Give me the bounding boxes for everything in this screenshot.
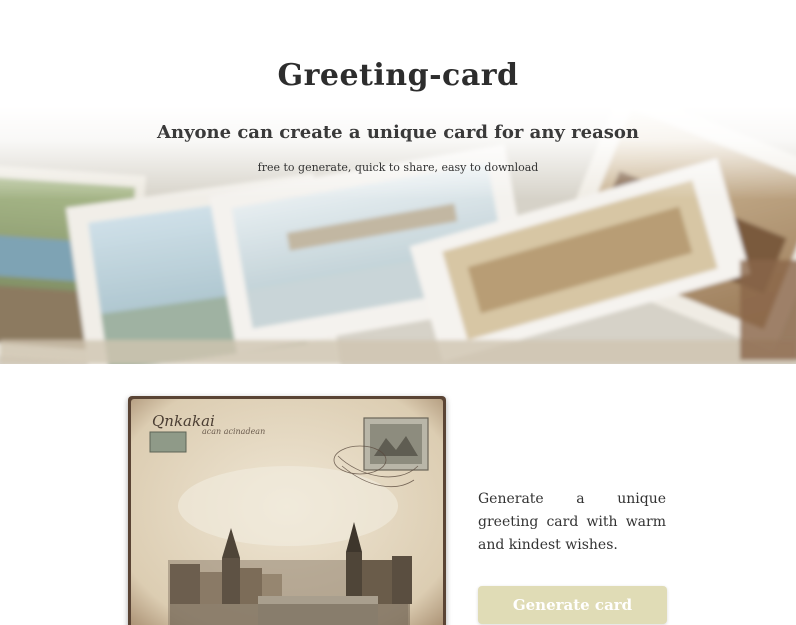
page-subtitle: Anyone can create a unique card for any … [157, 122, 639, 143]
handwriting-subtitle: acan acinadean [202, 427, 265, 436]
page-tagline: free to generate, quick to share, easy t… [257, 161, 539, 174]
generator-description: Generate a unique greeting card with war… [478, 491, 666, 553]
page-title: Greeting-card [277, 58, 519, 93]
vintage-postcard-illustration: Qnkakai acan acinadean [128, 396, 446, 625]
generate-card-button[interactable]: Generate card [478, 586, 667, 624]
hero-banner: Greeting-card Anyone can create a unique… [0, 0, 796, 364]
card-preview-image: Qnkakai acan acinadean [128, 396, 446, 625]
postage-stamp-icon [363, 417, 429, 471]
page: Greeting-card Anyone can create a unique… [0, 0, 796, 625]
small-stamp-icon [149, 431, 187, 453]
